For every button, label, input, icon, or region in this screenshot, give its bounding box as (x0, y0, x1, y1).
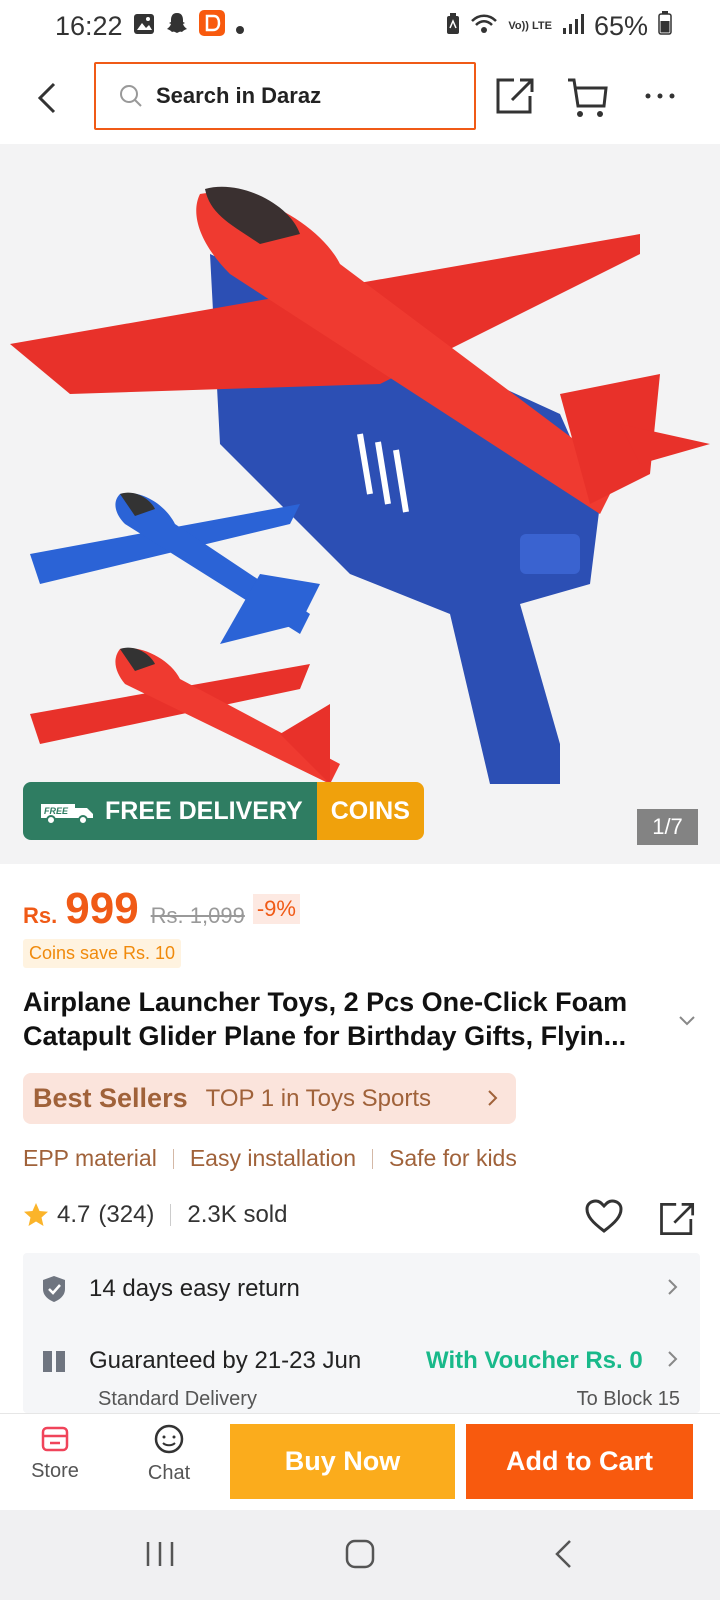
free-tag: FREE (44, 806, 69, 816)
rating-row[interactable]: 4.7 (324) 2.3K sold (23, 1201, 287, 1229)
back-button[interactable] (30, 76, 66, 120)
chevron-down-icon (679, 1016, 695, 1026)
feature-tag: EPP material (23, 1145, 157, 1171)
return-policy-row[interactable]: 14 days easy return (41, 1275, 300, 1303)
divider (170, 1204, 172, 1226)
service-info-card: 14 days easy return Guaranteed by 21-23 … (23, 1253, 700, 1413)
bottom-action-bar: Store Chat Buy Now Add to Cart (0, 1413, 720, 1510)
feature-tag: Safe for kids (389, 1145, 517, 1171)
system-back-button[interactable] (548, 1538, 580, 1575)
home-icon (345, 1539, 375, 1569)
original-price: Rs. 1,099 (150, 903, 245, 928)
price-row: Rs. 999 Rs. 1,099 -9% (23, 884, 300, 934)
search-placeholder: Search in Daraz (156, 83, 322, 108)
coins-label: COINS (316, 782, 424, 840)
status-bar: 16:22 Vo)) LTE 65% (0, 0, 720, 52)
chat-icon (154, 1424, 184, 1454)
back-icon (555, 1540, 571, 1568)
product-image-gallery[interactable] (0, 144, 720, 864)
delivery-row[interactable]: Guaranteed by 21-23 Jun (41, 1347, 361, 1375)
best-sellers-banner[interactable]: Best Sellers TOP 1 in Toys Sports (23, 1073, 516, 1124)
recent-apps-icon (146, 1542, 174, 1566)
delivery-truck-icon: FREE (41, 804, 93, 825)
feature-tags: EPP material Easy installation Safe for … (23, 1145, 517, 1172)
search-icon (120, 85, 142, 107)
divider (372, 1148, 374, 1169)
heart-icon (585, 1199, 623, 1233)
return-policy-text: 14 days easy return (89, 1275, 300, 1302)
recent-apps-button[interactable] (144, 1538, 176, 1575)
volte-icon: Vo)) LTE (508, 19, 552, 32)
delivery-location: To Block 15 (576, 1388, 680, 1410)
snapchat-icon (165, 11, 189, 42)
battery-percent: 65% (593, 10, 648, 41)
system-nav-bar (0, 1510, 720, 1600)
free-delivery-badge: FREE FREE DELIVERY COINS (23, 782, 424, 840)
daraz-app-icon (198, 9, 225, 43)
rating-score: 4.7 (57, 1201, 91, 1228)
divider (172, 1148, 174, 1169)
home-button[interactable] (344, 1538, 376, 1575)
chevron-right-icon (488, 1090, 498, 1106)
image-counter: 1/7 (637, 809, 698, 845)
feature-tag: Easy installation (189, 1145, 357, 1171)
status-time: 16:22 (55, 10, 123, 41)
voucher-text[interactable]: With Voucher Rs. 0 (426, 1347, 643, 1375)
product-title[interactable]: Airplane Launcher Toys, 2 Pcs One-Click … (23, 985, 663, 1053)
rating-count: (324) (98, 1201, 155, 1228)
gallery-icon (133, 11, 155, 42)
more-button[interactable] (636, 72, 684, 120)
delivery-box-icon (43, 1351, 65, 1372)
wishlist-button[interactable] (584, 1197, 624, 1242)
best-sellers-rank: TOP 1 in Toys Sports (205, 1084, 432, 1112)
shield-check-icon (43, 1276, 65, 1302)
share-icon (496, 78, 534, 114)
chevron-right-icon (668, 1351, 678, 1367)
sold-count: 2.3K sold (187, 1201, 288, 1228)
delivery-guarantee-text: Guaranteed by 21-23 Jun (89, 1347, 362, 1374)
price-currency: Rs. (23, 903, 58, 928)
wifi-icon (470, 11, 498, 42)
more-icon (645, 93, 675, 99)
notification-dot-icon (235, 11, 245, 42)
share-product-button[interactable] (656, 1197, 700, 1246)
delivery-type: Standard Delivery (98, 1388, 257, 1410)
chevron-right-icon (668, 1279, 678, 1295)
chat-label: Chat (147, 1462, 191, 1484)
share-button[interactable] (492, 72, 540, 120)
battery-icon (658, 10, 672, 42)
product-image (10, 186, 710, 784)
free-delivery-label: FREE FREE DELIVERY (23, 782, 317, 840)
cart-button[interactable] (564, 72, 612, 120)
back-icon (37, 82, 56, 114)
buy-now-button[interactable]: Buy Now (230, 1424, 455, 1499)
free-delivery-text: FREE DELIVERY (105, 796, 303, 825)
star-icon (24, 1203, 48, 1226)
signal-icon (562, 11, 584, 42)
discount-badge: -9% (252, 894, 300, 924)
store-label: Store (31, 1460, 79, 1482)
best-sellers-label: Best Sellers (33, 1083, 188, 1113)
share-icon (660, 1202, 695, 1236)
cart-icon (568, 78, 608, 117)
add-to-cart-button[interactable]: Add to Cart (466, 1424, 693, 1499)
top-header: Search in Daraz (0, 52, 720, 144)
price-value: 999 (65, 884, 139, 933)
store-icon (41, 1426, 69, 1452)
data-saver-icon (446, 11, 460, 42)
coins-save-tag: Coins save Rs. 10 (23, 939, 182, 968)
search-input[interactable]: Search in Daraz (94, 62, 476, 130)
chat-button[interactable]: Chat (134, 1424, 204, 1485)
expand-title-button[interactable] (678, 1014, 696, 1032)
store-button[interactable]: Store (20, 1424, 90, 1483)
